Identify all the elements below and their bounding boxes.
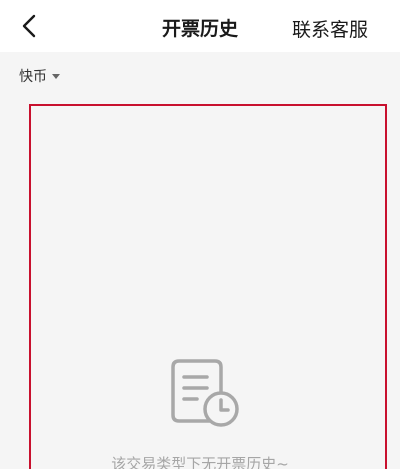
document-clock-icon bbox=[171, 359, 239, 427]
transaction-type-dropdown[interactable]: 快币 bbox=[19, 66, 60, 86]
caret-down-icon bbox=[52, 74, 60, 79]
empty-state-message: 该交易类型下无开票历史~ bbox=[111, 455, 289, 469]
top-nav-bar: 开票历史 联系客服 bbox=[0, 0, 400, 52]
transaction-type-label: 快币 bbox=[19, 69, 47, 85]
chevron-left-icon[interactable] bbox=[16, 12, 44, 40]
contact-service-button[interactable]: 联系客服 bbox=[292, 15, 368, 42]
